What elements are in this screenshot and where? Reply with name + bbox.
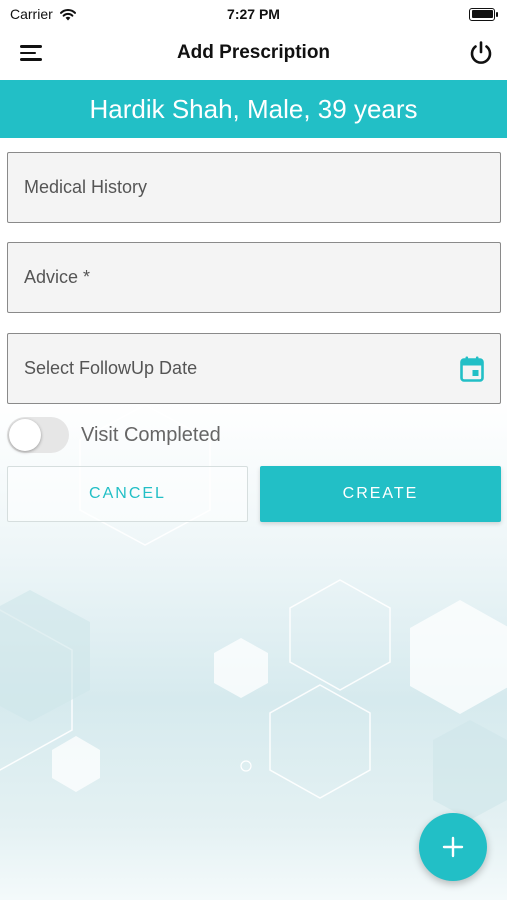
visit-completed-toggle[interactable] — [7, 417, 69, 453]
power-icon[interactable] — [467, 39, 495, 67]
carrier-label: Carrier — [10, 6, 53, 22]
status-left: Carrier — [10, 6, 77, 22]
patient-banner: Hardik Shah, Male, 39 years — [0, 80, 507, 138]
plus-icon — [442, 836, 464, 858]
medical-history-input[interactable] — [24, 177, 484, 198]
nav-bar: Add Prescription — [0, 30, 507, 76]
menu-line — [20, 51, 36, 55]
create-button[interactable]: CREATE — [260, 466, 501, 522]
advice-input[interactable] — [24, 267, 484, 288]
medical-history-field[interactable] — [7, 152, 501, 223]
patient-summary: Hardik Shah, Male, 39 years — [89, 93, 418, 124]
advice-field[interactable] — [7, 242, 501, 313]
followup-date-input[interactable] — [24, 358, 484, 379]
visit-completed-row: Visit Completed — [7, 416, 221, 454]
battery-icon — [469, 7, 498, 21]
add-fab-button[interactable] — [419, 813, 487, 881]
menu-line — [20, 45, 42, 48]
cancel-button[interactable]: CANCEL — [7, 466, 248, 522]
visit-completed-label: Visit Completed — [81, 423, 221, 446]
followup-date-field[interactable] — [7, 333, 501, 404]
page-title: Add Prescription — [176, 42, 331, 63]
status-bar: Carrier 7:27 PM — [0, 0, 507, 28]
calendar-icon[interactable] — [460, 356, 484, 382]
menu-icon[interactable] — [20, 42, 46, 64]
menu-line — [20, 58, 42, 61]
battery-fill — [471, 10, 493, 18]
wifi-icon — [59, 8, 76, 20]
toggle-knob — [9, 419, 41, 451]
